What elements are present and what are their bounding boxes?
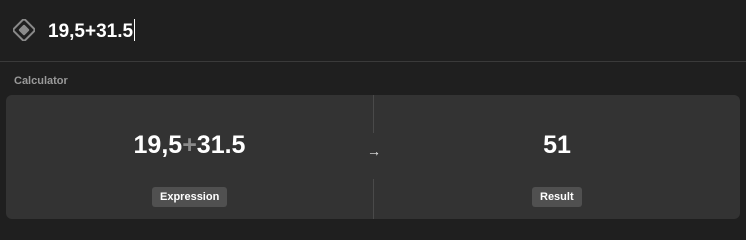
expression-label: Expression [152,187,228,207]
result-label: Result [532,187,582,207]
result-value: 51 [543,131,571,159]
search-input[interactable]: 19,5+31.5 [48,19,136,44]
calculator-result-card[interactable]: 19,5+31.5 Expression → 51 Result [6,95,740,219]
expression-left-operand: 19,5 [133,131,183,159]
search-query: 19,5+31.5 [48,21,134,42]
expression-value: 19,5+31.5 [6,130,373,160]
text-caret [134,19,136,41]
expression-operator: + [182,131,197,159]
search-bar[interactable]: 19,5+31.5 [0,0,746,62]
result-pane: 51 Result [374,95,740,219]
expression-pane: 19,5+31.5 Expression [6,95,373,219]
raycast-logo-icon [13,19,35,41]
expression-right-operand: 31.5 [196,131,246,159]
section-title: Calculator [14,75,68,87]
